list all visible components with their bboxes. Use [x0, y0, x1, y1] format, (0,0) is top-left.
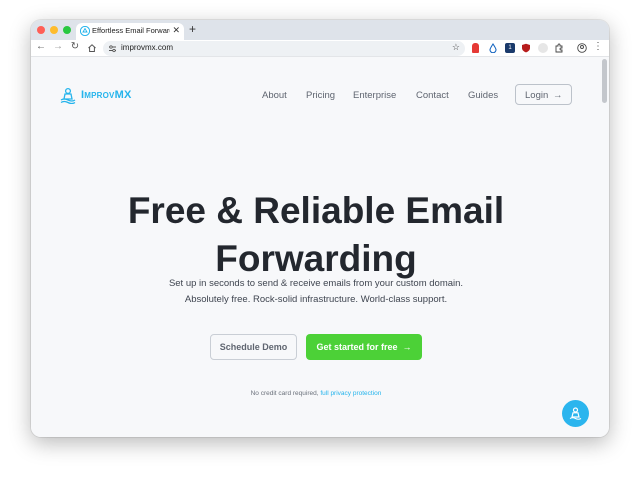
improvmx-favicon-icon [80, 26, 90, 36]
forward-icon[interactable]: → [52, 41, 64, 52]
hero-subtitle-line2: Absolutely free. Rock-solid infrastructu… [184, 294, 448, 305]
hero-title-line2: Forwarding [215, 238, 417, 279]
no-credit-card-note: No credit card required, full privacy pr… [31, 390, 601, 397]
browser-window: Effortless Email Forwarding ✕ + ← → ↻ im… [31, 20, 609, 437]
scrollbar-thumb[interactable] [602, 59, 607, 103]
schedule-demo-button[interactable]: Schedule Demo [210, 334, 297, 360]
tab-title: Effortless Email Forwarding [92, 26, 170, 35]
url-text: improvmx.com [121, 43, 174, 52]
browser-menu-icon[interactable]: ⋮ [592, 41, 604, 52]
nav-guides[interactable]: Guides [468, 90, 498, 101]
ublock-shield-icon[interactable] [521, 43, 531, 53]
schedule-demo-label: Schedule Demo [219, 342, 288, 352]
extensions-puzzle-icon[interactable] [554, 43, 564, 53]
back-icon[interactable]: ← [35, 41, 47, 52]
extension-drop-icon[interactable] [488, 43, 498, 53]
lighthouse-logo-icon [60, 87, 76, 104]
login-button[interactable]: Login → [515, 84, 572, 105]
site-settings-icon[interactable] [108, 44, 117, 53]
profile-avatar-icon[interactable] [577, 43, 587, 53]
lighthouse-icon [569, 407, 582, 420]
hero-subtitle-line1: Set up in seconds to send & receive emai… [168, 278, 464, 289]
extension-red-icon[interactable] [472, 43, 479, 53]
browser-toolbar: ← → ↻ improvmx.com ☆ 1 ⋮ [31, 40, 609, 57]
browser-tab[interactable]: Effortless Email Forwarding ✕ [76, 23, 184, 40]
plus-icon[interactable]: + [189, 22, 196, 36]
get-started-label: Get started for free [316, 342, 398, 352]
page-content: ImprovMX About Pricing Enterprise Contac… [31, 57, 609, 437]
nav-enterprise[interactable]: Enterprise [353, 90, 396, 101]
logo-wordmark: ImprovMX [81, 89, 132, 101]
tab-bar: Effortless Email Forwarding ✕ + [31, 20, 609, 40]
arrow-right-icon: → [553, 90, 563, 101]
close-window-button[interactable] [37, 26, 45, 34]
nav-contact[interactable]: Contact [416, 90, 449, 101]
nav-pricing[interactable]: Pricing [306, 90, 335, 101]
home-icon[interactable] [87, 43, 97, 53]
hero-title-line1: Free & Reliable Email [127, 190, 505, 231]
extension-gray-icon[interactable] [538, 43, 548, 53]
privacy-protection-link[interactable]: full privacy protection [320, 390, 381, 397]
extension-badge-icon[interactable]: 1 [505, 43, 515, 53]
address-bar[interactable]: improvmx.com ☆ [103, 41, 465, 56]
nav-about[interactable]: About [262, 90, 287, 101]
get-started-button[interactable]: Get started for free → [306, 334, 422, 360]
note-text: No credit card required, [250, 390, 319, 397]
tab-close-icon[interactable]: ✕ [172, 25, 180, 36]
arrow-right-icon: → [400, 342, 412, 352]
login-label: Login [525, 90, 549, 101]
minimize-window-button[interactable] [50, 26, 58, 34]
reload-icon[interactable]: ↻ [69, 41, 81, 52]
bookmark-star-icon[interactable]: ☆ [452, 42, 460, 53]
maximize-window-button[interactable] [63, 26, 71, 34]
help-chat-button[interactable] [562, 400, 589, 427]
